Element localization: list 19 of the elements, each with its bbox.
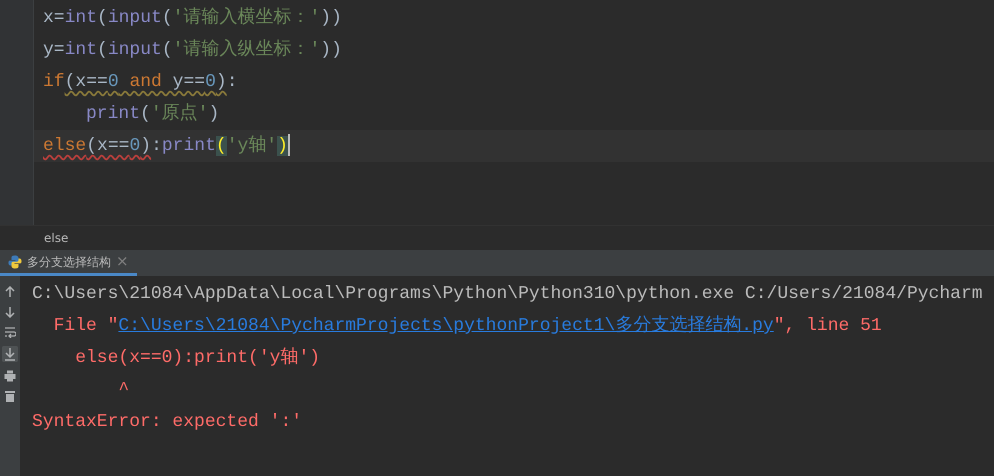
- console-line: C:\Users\21084\AppData\Local\Programs\Python\Python310\python.exe C:/Users/21084/Pycharm: [32, 283, 984, 306]
- console-line: File "C:\Users\21084\PycharmProjects\pythonProject1\多分支选择结构.py", line 51: [52, 314, 883, 338]
- code-line: x=int(input('请输入横坐标：')): [42, 6, 343, 30]
- file-link[interactable]: C:\Users\21084\PycharmProjects\pythonProject1\多分支选择结构.py: [118, 316, 774, 336]
- down-arrow-icon[interactable]: [5, 306, 15, 318]
- tab-title: 多分支选择结构: [27, 254, 111, 270]
- console-line: SyntaxError: expected ':': [32, 411, 304, 434]
- code-line: y=int(input('请输入纵坐标：')): [42, 38, 343, 62]
- code-line: print('原点'): [85, 102, 220, 126]
- wrap-icon[interactable]: [4, 326, 16, 338]
- breadcrumb[interactable]: else: [44, 231, 68, 245]
- trash-icon[interactable]: [4, 390, 16, 402]
- print-icon[interactable]: [4, 370, 16, 382]
- python-logo-icon: [8, 254, 22, 268]
- console-line: ^: [117, 379, 130, 402]
- code-line: if(x==0 and y==0):: [42, 71, 238, 94]
- up-arrow-icon[interactable]: [5, 286, 15, 298]
- console-line: else(x==0):print('y轴'): [74, 346, 322, 370]
- scroll-to-end-icon[interactable]: [2, 346, 18, 362]
